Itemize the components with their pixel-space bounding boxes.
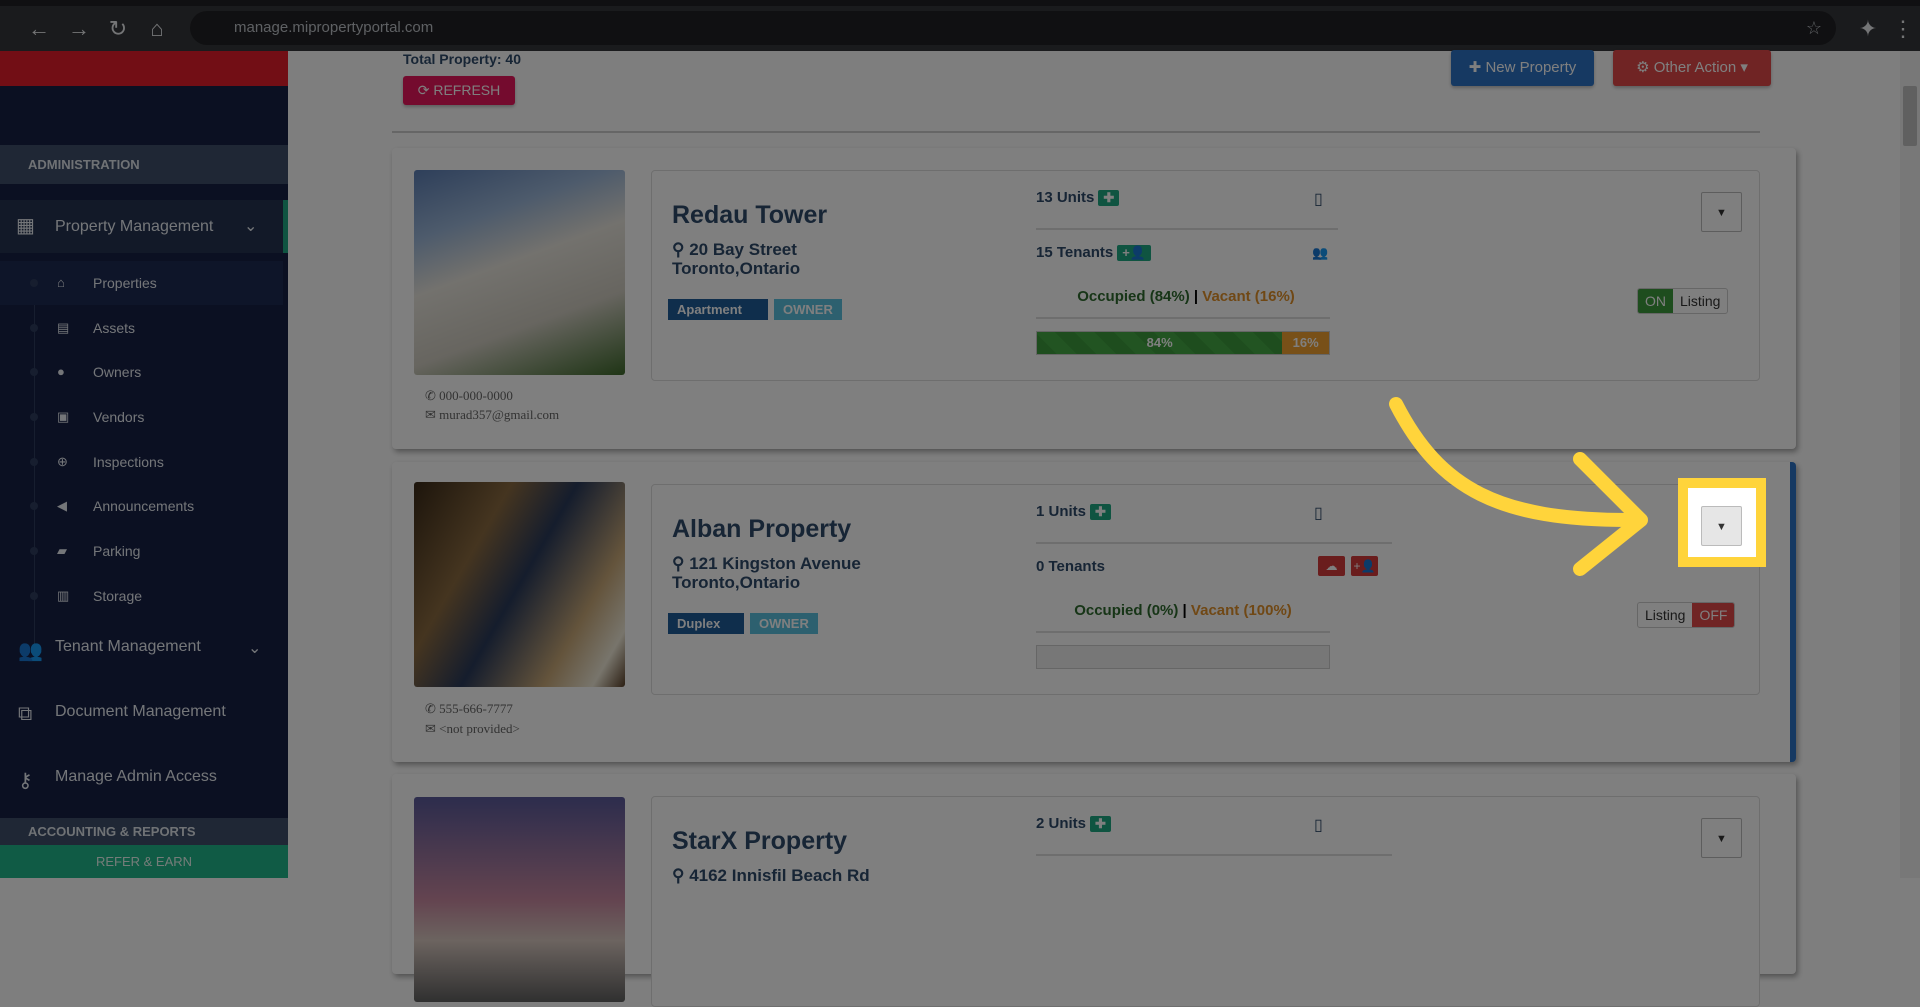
pointer-arrow-icon (1389, 397, 1648, 576)
